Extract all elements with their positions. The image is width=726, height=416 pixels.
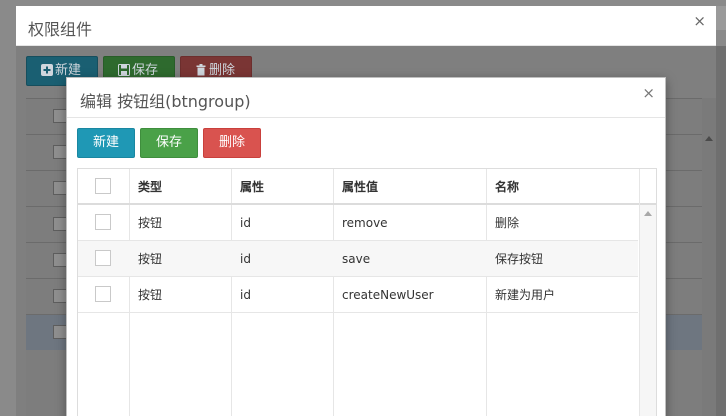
attributes-table: 类型 属性 属性值 名称 按钮 id remove 删除 按钮 id save … <box>77 168 657 416</box>
table-header: 类型 属性 属性值 名称 <box>78 169 656 205</box>
outer-row-checkbox[interactable] <box>53 145 67 159</box>
row-checkbox[interactable] <box>95 250 111 266</box>
outer-delete-label: 删除 <box>209 63 236 78</box>
cell-name: 删除 <box>495 216 520 230</box>
outer-row-checkbox[interactable] <box>53 325 67 339</box>
table-row[interactable]: 按钮 id remove 删除 <box>78 205 638 241</box>
cell-attribute-value: createNewUser <box>342 288 434 302</box>
cell-type: 按钮 <box>138 252 163 266</box>
header-attribute[interactable]: 属性 <box>240 169 264 205</box>
cell-name: 保存按钮 <box>495 252 544 266</box>
outer-save-label: 保存 <box>132 63 159 78</box>
outer-close-icon[interactable]: × <box>693 12 706 30</box>
trash-icon <box>195 59 207 76</box>
table-row[interactable]: 按钮 id createNewUser 新建为用户 <box>78 277 638 313</box>
cell-attribute: id <box>240 216 251 230</box>
cell-type: 按钮 <box>138 288 163 302</box>
outer-dialog-title: 权限组件 <box>28 20 93 39</box>
scroll-up-arrow-icon[interactable] <box>705 136 713 141</box>
inner-close-icon[interactable]: × <box>642 84 655 102</box>
background-sidebar <box>0 46 16 416</box>
outer-header-checkbox[interactable] <box>53 109 67 123</box>
row-checkbox[interactable] <box>95 286 111 302</box>
outer-row-checkbox[interactable] <box>53 181 67 195</box>
cell-attribute: id <box>240 252 251 266</box>
outer-scrollbar[interactable] <box>702 98 716 416</box>
new-button[interactable]: 新建 <box>77 128 135 158</box>
header-attribute-value[interactable]: 属性值 <box>342 169 378 205</box>
table-row[interactable]: 按钮 id save 保存按钮 <box>78 241 638 277</box>
cell-attribute-value: remove <box>342 216 388 230</box>
row-checkbox[interactable] <box>95 214 111 230</box>
cell-type: 按钮 <box>138 216 163 230</box>
inner-dialog-title: 编辑 按钮组(btngroup) <box>80 92 251 111</box>
cell-attribute-value: save <box>342 252 371 266</box>
cell-name: 新建为用户 <box>495 288 556 302</box>
header-scroll-spacer <box>639 169 656 205</box>
inner-dialog-header: 编辑 按钮组(btngroup) × <box>67 78 665 118</box>
outer-row-checkbox[interactable] <box>53 253 67 267</box>
edit-button-group-dialog: 编辑 按钮组(btngroup) × 新建 保存 删除 类型 属性 属性值 名称… <box>66 77 666 416</box>
delete-button[interactable]: 删除 <box>203 128 261 158</box>
plus-square-icon <box>41 59 53 76</box>
header-name[interactable]: 名称 <box>495 169 519 205</box>
floppy-disk-icon <box>118 59 130 76</box>
outer-row-checkbox[interactable] <box>53 217 67 231</box>
header-type[interactable]: 类型 <box>138 169 162 205</box>
outer-dialog-header: 权限组件 × <box>16 6 716 46</box>
outer-new-label: 新建 <box>55 63 82 78</box>
select-all-checkbox[interactable] <box>95 178 111 194</box>
outer-row-checkbox[interactable] <box>53 289 67 303</box>
scroll-up-arrow-icon[interactable] <box>644 211 652 216</box>
table-scrollbar[interactable] <box>639 205 656 416</box>
save-button[interactable]: 保存 <box>140 128 198 158</box>
cell-attribute: id <box>240 288 251 302</box>
